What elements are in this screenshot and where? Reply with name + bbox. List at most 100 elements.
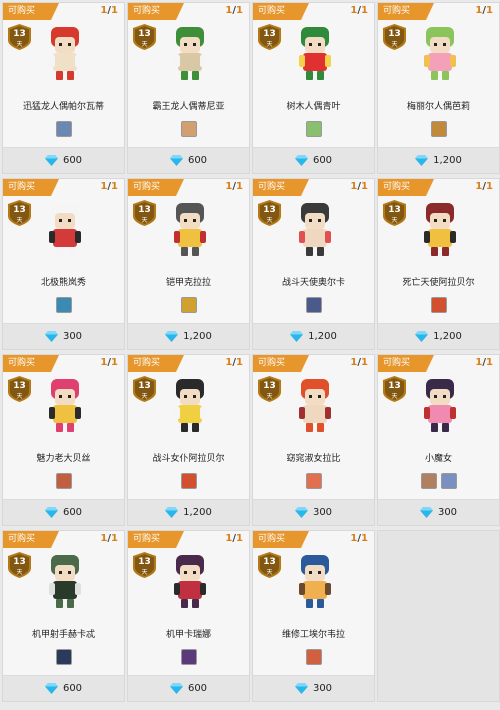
item-thumbnail[interactable] [55, 121, 72, 137]
purchasable-tag: 可购买 [128, 355, 184, 372]
price-bar[interactable]: 1,200 [253, 323, 374, 349]
stock-count: 1/1 [350, 533, 368, 544]
price-value: 600 [187, 683, 208, 694]
duration-badge: 13 天 [383, 24, 406, 50]
shop-card[interactable]: 可购买 1/1 13 天迅猛龙人偶帕尔瓦蒂 600 [2, 2, 125, 174]
shop-card[interactable]: 可购买 1/1 13 天北极熊岚秀 300 [2, 178, 125, 350]
item-thumbnail[interactable] [180, 297, 197, 313]
purchasable-tag: 可购买 [3, 3, 59, 20]
card-header: 可购买 1/1 [253, 355, 374, 372]
stock-max: 1 [486, 181, 493, 192]
duration-unit: 天 [141, 569, 148, 576]
price-value: 1,200 [183, 507, 212, 518]
card-header: 可购买 1/1 [3, 3, 124, 20]
item-thumbnail[interactable] [55, 473, 72, 489]
shop-card[interactable]: 可购买 1/1 13 天窈窕淑女拉比 300 [252, 354, 375, 526]
item-thumbnail[interactable] [55, 297, 72, 313]
item-name: 小魔女 [424, 454, 452, 464]
price-bar[interactable]: 300 [378, 499, 499, 525]
item-thumbnail[interactable] [180, 121, 197, 137]
purchasable-tag: 可购买 [128, 3, 184, 20]
shop-card[interactable]: 可购买 1/1 13 天小魔女 300 [377, 354, 500, 526]
diamond-icon [415, 155, 429, 166]
character-avatar [39, 377, 91, 435]
price-bar[interactable]: 1,200 [128, 323, 249, 349]
shop-card[interactable]: 可购买 1/1 13 天梅丽尔人偶芭莉 1,200 [377, 2, 500, 174]
price-bar[interactable]: 1,200 [378, 147, 499, 173]
item-name: 维修工埃尔韦拉 [281, 630, 345, 640]
duration-number: 13 [138, 29, 151, 39]
item-thumbnail[interactable] [440, 473, 457, 489]
shop-card[interactable]: 可购买 1/1 13 天维修工埃尔韦拉 300 [252, 530, 375, 702]
card-header: 可购买 1/1 [128, 355, 249, 372]
card-header: 可购买 1/1 [253, 3, 374, 20]
price-bar[interactable]: 600 [3, 499, 124, 525]
item-thumbnail[interactable] [305, 649, 322, 665]
stock-count: 1/1 [350, 357, 368, 368]
duration-badge: 13 天 [258, 552, 281, 578]
duration-badge: 13 天 [8, 24, 31, 50]
character-avatar [164, 201, 216, 259]
character-avatar [39, 201, 91, 259]
price-bar[interactable]: 300 [253, 675, 374, 701]
duration-unit: 天 [266, 217, 273, 224]
price-bar[interactable]: 1,200 [378, 323, 499, 349]
shop-card[interactable]: 可购买 1/1 13 天树木人偶青叶 600 [252, 2, 375, 174]
diamond-icon [290, 331, 304, 342]
duration-badge: 13 天 [133, 24, 156, 50]
price-bar[interactable]: 600 [3, 147, 124, 173]
price-value: 1,200 [433, 331, 462, 342]
shop-card[interactable]: 可购买 1/1 13 天铠甲克拉拉 1,200 [127, 178, 250, 350]
purchasable-tag: 可购买 [128, 179, 184, 196]
shop-card[interactable]: 可购买 1/1 13 天魅力老大贝丝 600 [2, 354, 125, 526]
diamond-icon [294, 155, 308, 166]
character-avatar [39, 25, 91, 83]
item-thumbnail[interactable] [430, 121, 447, 137]
item-thumbnail[interactable] [430, 297, 447, 313]
item-thumbnail[interactable] [305, 297, 322, 313]
price-bar[interactable]: 1,200 [128, 499, 249, 525]
item-icons [3, 473, 124, 491]
shop-card[interactable]: 可购买 1/1 13 天机甲射手赫卡忒 600 [2, 530, 125, 702]
item-name: 战斗女仆阿拉贝尔 [152, 454, 225, 464]
duration-number: 13 [138, 557, 151, 567]
shop-card[interactable]: 可购买 1/1 13 天战斗天使奥尔卡 1,200 [252, 178, 375, 350]
duration-number: 13 [388, 29, 401, 39]
card-header: 可购买 1/1 [3, 531, 124, 548]
item-icons [253, 649, 374, 667]
character-avatar [414, 377, 466, 435]
item-name: 机甲射手赫卡忒 [31, 630, 95, 640]
duration-badge: 13 天 [133, 200, 156, 226]
shop-card[interactable]: 可购买 1/1 13 天霸王龙人偶蒂尼亚 600 [127, 2, 250, 174]
item-thumbnail[interactable] [305, 473, 322, 489]
item-thumbnail[interactable] [305, 121, 322, 137]
card-header: 可购买 1/1 [3, 355, 124, 372]
item-icons [378, 297, 499, 315]
item-thumbnail[interactable] [180, 473, 197, 489]
shop-card[interactable]: 可购买 1/1 13 天机甲卡瑞娜 600 [127, 530, 250, 702]
price-bar[interactable]: 600 [128, 675, 249, 701]
item-icons [253, 297, 374, 315]
price-bar[interactable]: 600 [128, 147, 249, 173]
price-bar[interactable]: 600 [3, 675, 124, 701]
stock-count: 1/1 [100, 181, 118, 192]
shop-card[interactable]: 可购买 1/1 13 天战斗女仆阿拉贝尔 1,200 [127, 354, 250, 526]
stock-count: 1/1 [475, 5, 493, 16]
duration-unit: 天 [266, 393, 273, 400]
item-name: 梅丽尔人偶芭莉 [406, 102, 470, 112]
empty-slot [377, 530, 500, 702]
item-name: 树木人偶青叶 [286, 102, 341, 112]
item-thumbnail[interactable] [180, 649, 197, 665]
stock-count: 1/1 [475, 181, 493, 192]
duration-unit: 天 [266, 41, 273, 48]
price-bar[interactable]: 300 [253, 499, 374, 525]
price-bar[interactable]: 600 [253, 147, 374, 173]
duration-unit: 天 [16, 41, 23, 48]
item-icons [3, 297, 124, 315]
price-bar[interactable]: 300 [3, 323, 124, 349]
purchasable-tag: 可购买 [3, 531, 59, 548]
shop-card[interactable]: 可购买 1/1 13 天死亡天使阿拉贝尔 1,200 [377, 178, 500, 350]
item-thumbnail[interactable] [55, 649, 72, 665]
duration-number: 13 [388, 381, 401, 391]
item-thumbnail[interactable] [420, 473, 437, 489]
